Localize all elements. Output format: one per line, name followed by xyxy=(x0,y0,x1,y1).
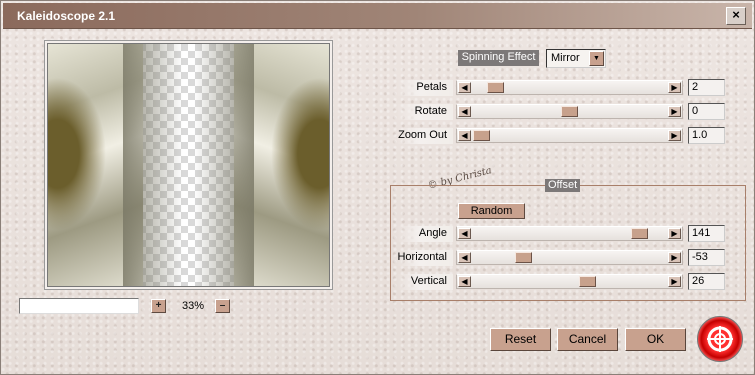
preview-petal-right xyxy=(194,44,329,286)
arrow-left-icon[interactable]: ◀ xyxy=(458,82,471,93)
lifebuoy-icon[interactable] xyxy=(697,316,743,362)
angle-label: Angle xyxy=(397,226,453,242)
arrow-right-icon[interactable]: ▶ xyxy=(668,276,681,287)
rotate-slider-thumb[interactable] xyxy=(561,106,578,117)
petals-slider-thumb[interactable] xyxy=(487,82,504,93)
random-button[interactable]: Random xyxy=(458,203,525,219)
vertical-label: Vertical xyxy=(397,274,453,290)
dropdown-arrow-icon[interactable]: ▼ xyxy=(589,51,604,66)
lifebuoy-icon-graphic xyxy=(707,326,733,352)
preview-petal-left xyxy=(48,44,183,286)
arrow-right-icon[interactable]: ▶ xyxy=(668,82,681,93)
angle-slider-thumb[interactable] xyxy=(631,228,648,239)
zoom-out-slider-thumb[interactable] xyxy=(473,130,490,141)
arrow-left-icon[interactable]: ◀ xyxy=(458,228,471,239)
spinning-effect-dropdown[interactable]: Mirror ▼ xyxy=(546,49,606,68)
angle-value[interactable]: 141 xyxy=(688,225,725,242)
vertical-slider[interactable]: ◀ ▶ xyxy=(456,274,683,289)
spinning-effect-label: Spinning Effect xyxy=(458,50,539,66)
vertical-value[interactable]: 26 xyxy=(688,273,725,290)
angle-slider[interactable]: ◀ ▶ xyxy=(456,226,683,241)
ok-button[interactable]: OK xyxy=(625,328,686,351)
offset-title: Offset xyxy=(545,179,581,192)
arrow-right-icon[interactable]: ▶ xyxy=(668,106,681,117)
zoom-in-button[interactable]: + xyxy=(151,299,166,313)
arrow-left-icon[interactable]: ◀ xyxy=(458,276,471,287)
zoom-out-button[interactable]: – xyxy=(215,299,230,313)
zoom-out-value[interactable]: 1.0 xyxy=(688,127,725,144)
arrow-right-icon[interactable]: ▶ xyxy=(668,252,681,263)
dropdown-value: Mirror xyxy=(551,52,580,64)
zoom-out-label: Zoom Out xyxy=(397,128,453,144)
petals-slider[interactable]: ◀ ▶ xyxy=(456,80,683,95)
plugin-window: Kaleidoscope 2.1 × + 33% – Spinning Effe… xyxy=(0,0,755,375)
petals-value[interactable]: 2 xyxy=(688,79,725,96)
petals-label: Petals xyxy=(397,80,453,96)
cancel-button[interactable]: Cancel xyxy=(557,328,618,351)
reset-button[interactable]: Reset xyxy=(490,328,551,351)
horizontal-slider-thumb[interactable] xyxy=(515,252,532,263)
progress-field xyxy=(19,298,139,314)
window-title: Kaleidoscope 2.1 xyxy=(17,9,116,23)
zoom-value: 33% xyxy=(181,300,205,312)
preview-image[interactable] xyxy=(47,43,330,287)
arrow-left-icon[interactable]: ◀ xyxy=(458,130,471,141)
arrow-left-icon[interactable]: ◀ xyxy=(458,252,471,263)
rotate-slider[interactable]: ◀ ▶ xyxy=(456,104,683,119)
arrow-left-icon[interactable]: ◀ xyxy=(458,106,471,117)
vertical-slider-thumb[interactable] xyxy=(579,276,596,287)
horizontal-label: Horizontal xyxy=(397,250,453,266)
title-bar[interactable]: Kaleidoscope 2.1 × xyxy=(3,3,752,29)
horizontal-slider[interactable]: ◀ ▶ xyxy=(456,250,683,265)
close-button[interactable]: × xyxy=(726,7,746,25)
horizontal-value[interactable]: -53 xyxy=(688,249,725,266)
arrow-right-icon[interactable]: ▶ xyxy=(668,130,681,141)
zoom-out-slider[interactable]: ◀ ▶ xyxy=(456,128,683,143)
rotate-value[interactable]: 0 xyxy=(688,103,725,120)
arrow-right-icon[interactable]: ▶ xyxy=(668,228,681,239)
rotate-label: Rotate xyxy=(397,104,453,120)
